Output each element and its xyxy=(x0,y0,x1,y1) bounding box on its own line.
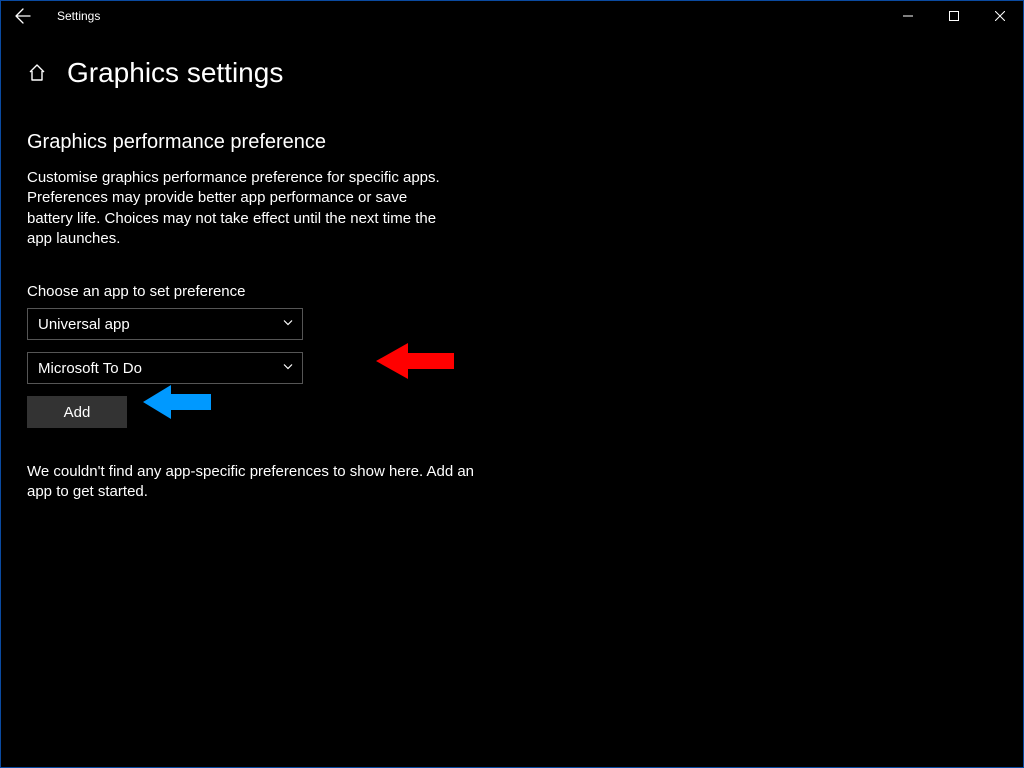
annotation-arrow-blue xyxy=(143,382,213,422)
section-heading: Graphics performance preference xyxy=(27,131,561,154)
choose-app-label: Choose an app to set preference xyxy=(27,283,561,300)
minimize-icon xyxy=(903,11,913,21)
maximize-button[interactable] xyxy=(931,1,977,31)
settings-window: Settings Graphics settings Graphics perf… xyxy=(0,0,1024,768)
chevron-down-icon xyxy=(282,360,294,377)
page-title: Graphics settings xyxy=(67,57,283,89)
home-button[interactable] xyxy=(27,63,47,83)
close-icon xyxy=(995,11,1005,21)
home-icon xyxy=(27,63,47,83)
app-select-value: Microsoft To Do xyxy=(38,360,142,377)
app-title: Settings xyxy=(57,9,100,23)
annotation-arrow-red xyxy=(376,339,456,383)
minimize-button[interactable] xyxy=(885,1,931,31)
chevron-down-icon xyxy=(282,316,294,333)
app-type-value: Universal app xyxy=(38,316,130,333)
empty-state-message: We couldn't find any app-specific prefer… xyxy=(27,462,477,503)
close-button[interactable] xyxy=(977,1,1023,31)
app-type-dropdown[interactable]: Universal app xyxy=(27,308,303,340)
add-button[interactable]: Add xyxy=(27,396,127,428)
maximize-icon xyxy=(949,11,959,21)
page-header: Graphics settings xyxy=(1,31,1023,89)
window-controls xyxy=(885,1,1023,31)
back-button[interactable] xyxy=(7,1,39,31)
titlebar: Settings xyxy=(1,1,1023,31)
app-select-dropdown[interactable]: Microsoft To Do xyxy=(27,352,303,384)
section-description: Customise graphics performance preferenc… xyxy=(27,168,457,249)
arrow-left-icon xyxy=(15,8,31,24)
content-area: Graphics performance preference Customis… xyxy=(1,89,561,503)
